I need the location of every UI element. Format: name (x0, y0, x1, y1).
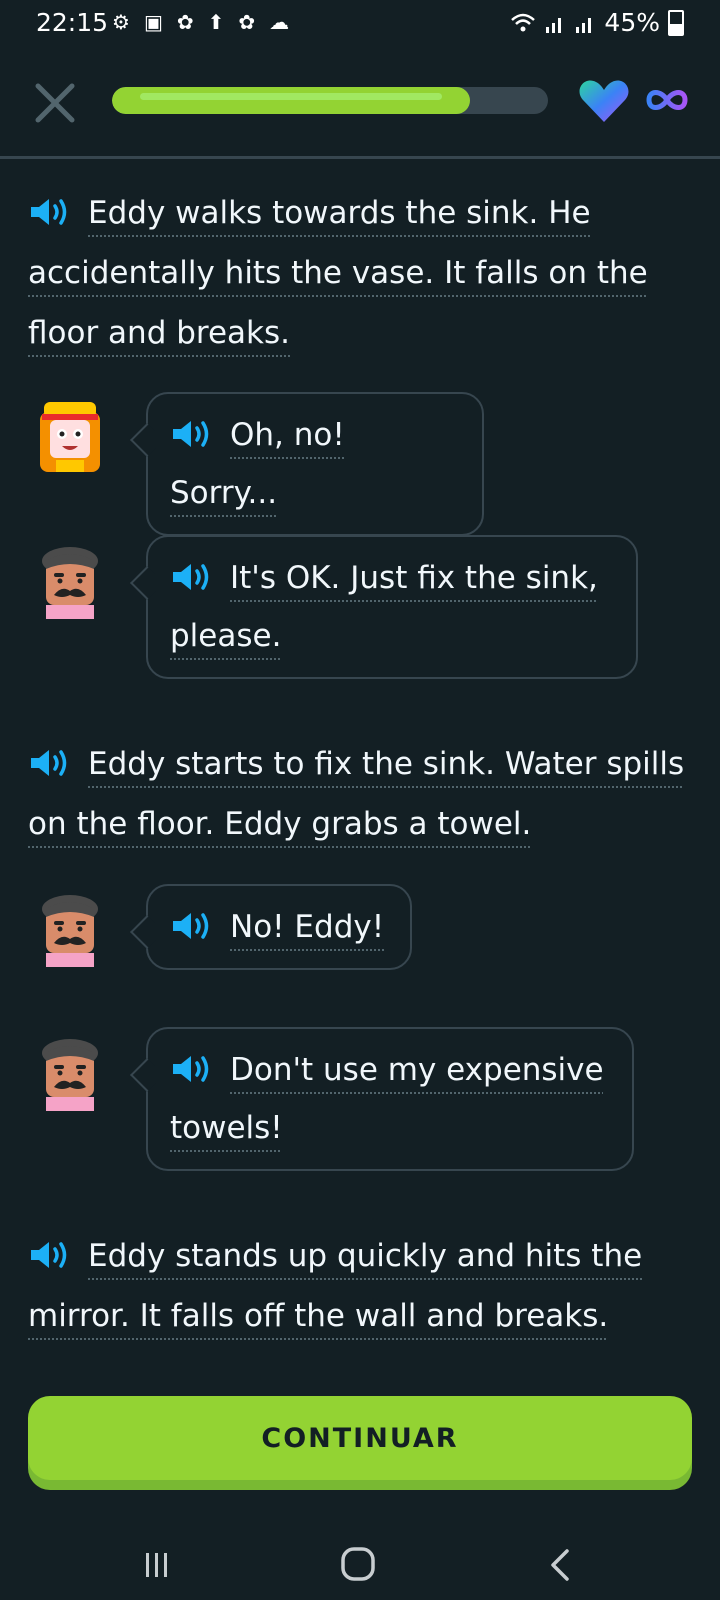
progress-shine (140, 93, 442, 100)
speaker-icon[interactable] (28, 1239, 72, 1271)
speaker-icon[interactable] (170, 1053, 214, 1085)
eddy-avatar (40, 402, 100, 472)
flower-icon: ✿ (176, 10, 194, 34)
flower-icon: ✿ (238, 10, 256, 34)
narration-line: Eddy starts to fix the sink. Water spill… (28, 734, 692, 854)
speech-text[interactable]: No! Eddy! (230, 909, 384, 945)
recent-apps-icon[interactable] (142, 1550, 172, 1580)
notification-icons: ⚙ ▣ ✿ ⬆ ✿ ☁ (112, 10, 289, 34)
owner-avatar (42, 895, 98, 967)
progress-fill (112, 87, 470, 114)
narration-text[interactable]: Eddy stands up quickly and hits the mirr… (28, 1238, 642, 1334)
speech-bubble: Oh, no! Sorry... (146, 392, 484, 536)
speech-bubble: No! Eddy! (146, 884, 412, 970)
close-icon[interactable] (30, 78, 80, 128)
owner-avatar (42, 1039, 98, 1111)
narration-line: Eddy walks towards the sink. He accident… (28, 183, 692, 363)
status-time: 22:15 (36, 8, 109, 37)
speaker-icon[interactable] (28, 747, 72, 779)
speech-text[interactable]: Don't use my expensive towels! (170, 1052, 604, 1146)
signal-icon (546, 17, 562, 33)
status-bar: 22:15 ⚙ ▣ ✿ ⬆ ✿ ☁ 45% (0, 0, 720, 46)
image-icon: ▣ (143, 10, 163, 34)
speaker-icon[interactable] (170, 561, 214, 593)
narration-line: Eddy stands up quickly and hits the mirr… (28, 1226, 692, 1346)
home-icon[interactable] (340, 1546, 376, 1582)
speaker-icon[interactable] (28, 196, 72, 228)
status-right: 45% (510, 8, 684, 37)
lesson-progress-bar (112, 87, 548, 114)
heart-icon[interactable] (578, 78, 630, 124)
wifi-icon (511, 13, 536, 31)
speech-text[interactable]: It's OK. Just fix the sink, please. (170, 560, 598, 654)
speaker-icon[interactable] (170, 418, 214, 450)
system-nav-bar (0, 1530, 720, 1600)
header-divider (0, 156, 720, 159)
back-icon[interactable] (548, 1548, 572, 1582)
battery-icon (668, 9, 684, 36)
speaker-icon[interactable] (170, 910, 214, 942)
infinity-icon (646, 90, 688, 110)
battery-percent: 45% (604, 8, 660, 37)
settings-icon: ⚙ (112, 10, 130, 34)
narration-text[interactable]: Eddy starts to fix the sink. Water spill… (28, 746, 684, 842)
cloud-icon: ☁ (269, 10, 290, 34)
speech-bubble: Don't use my expensive towels! (146, 1027, 634, 1171)
speech-bubble: It's OK. Just fix the sink, please. (146, 535, 638, 679)
signal-icon (576, 17, 592, 33)
upload-icon: ⬆ (207, 10, 225, 34)
continue-button[interactable]: CONTINUAR (28, 1396, 692, 1480)
narration-text[interactable]: Eddy walks towards the sink. He accident… (28, 195, 648, 351)
owner-avatar (42, 547, 98, 619)
